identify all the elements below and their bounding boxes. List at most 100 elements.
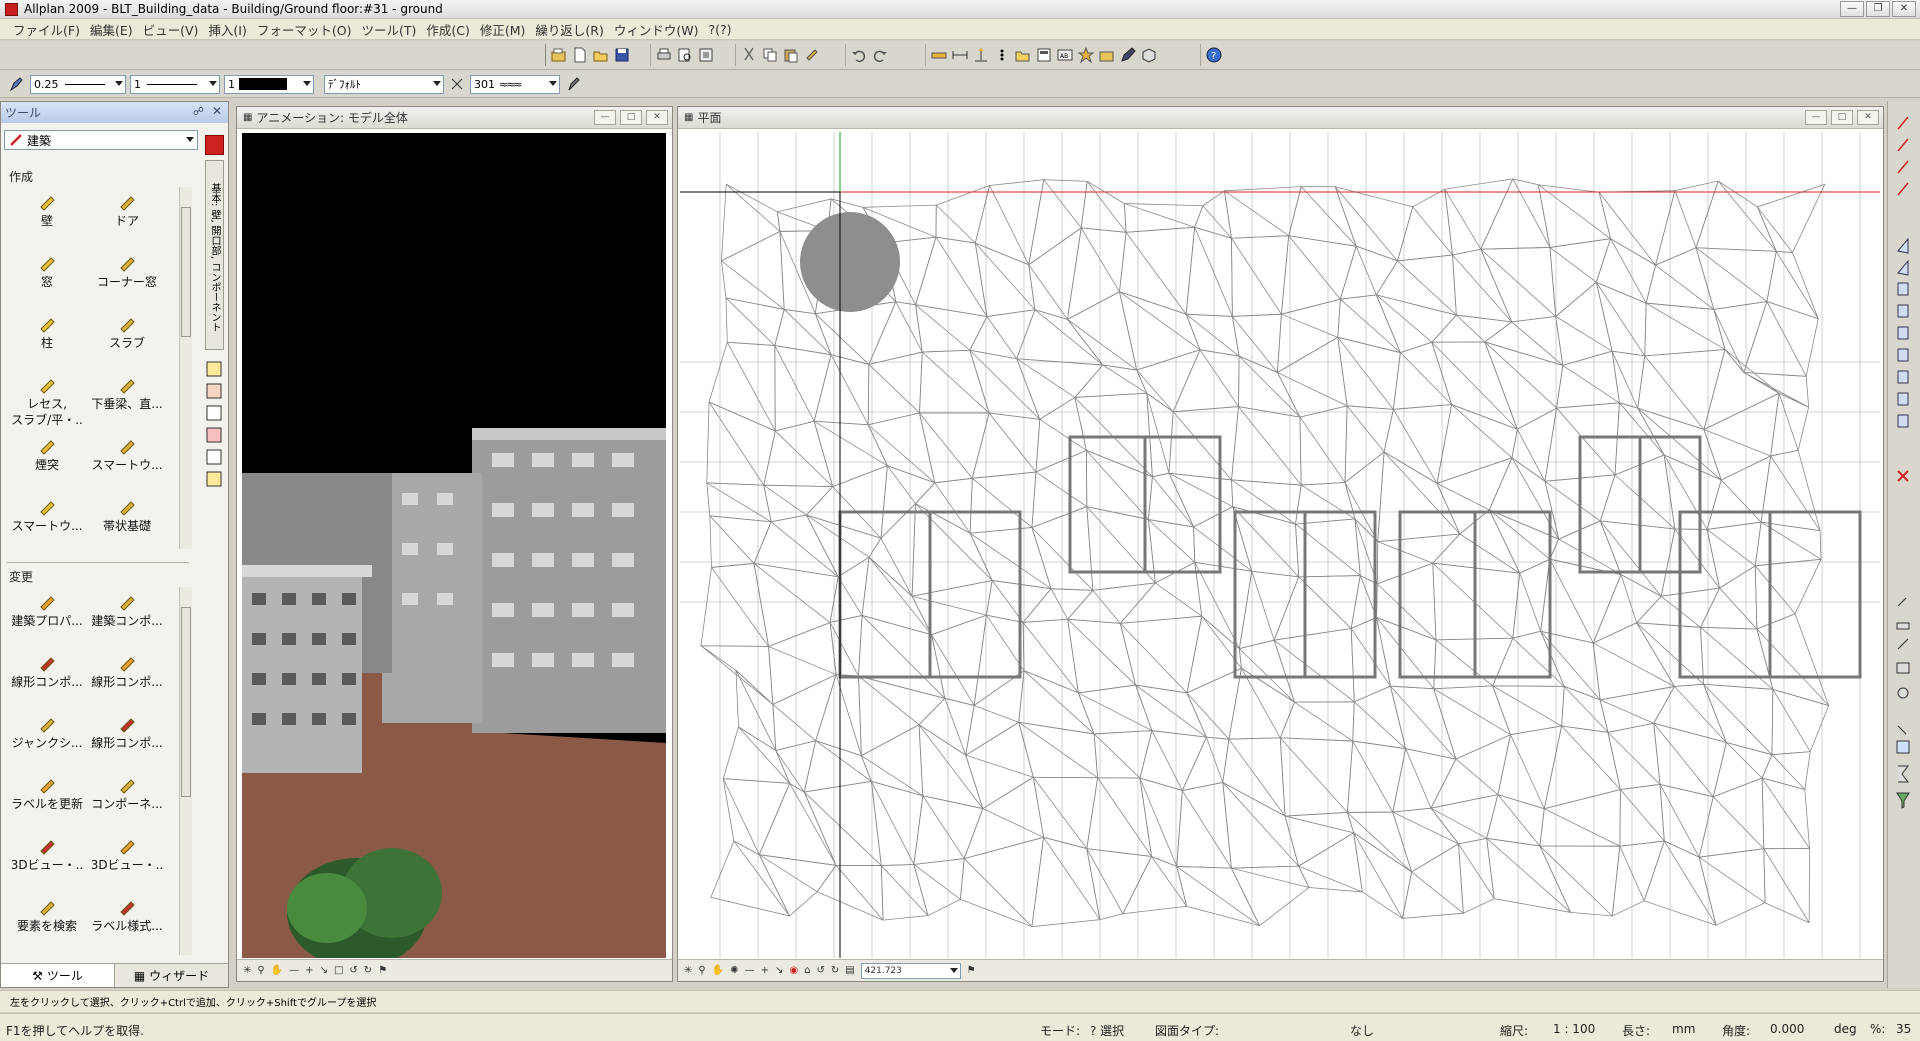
save-icon[interactable] <box>613 46 631 64</box>
open-project-icon[interactable] <box>550 46 568 64</box>
print-preview-icon[interactable] <box>676 46 694 64</box>
plan-minimize-button[interactable]: — <box>1805 110 1827 125</box>
new-file-icon[interactable] <box>571 46 589 64</box>
plan-viewport[interactable] <box>680 132 1880 958</box>
length-value[interactable]: mm <box>1672 1022 1695 1036</box>
tool-item[interactable]: 3Dビュー・.. <box>87 831 167 892</box>
anim-close-button[interactable]: ✕ <box>646 110 668 125</box>
anim-zoom-in-icon[interactable]: + <box>305 965 313 976</box>
elevation-icon[interactable] <box>972 46 990 64</box>
side-tab-red-icon[interactable] <box>205 135 224 155</box>
tab-wizard[interactable]: ▦ ウィザード <box>115 964 228 987</box>
menu-modify[interactable]: 修正(M) <box>475 20 531 39</box>
plan-zoom-out-icon[interactable]: — <box>745 965 755 976</box>
anim-rotate-left-icon[interactable]: ↺ <box>349 965 357 976</box>
tool-item[interactable]: コーナー窓 <box>87 248 167 309</box>
plan-zoom-in-icon[interactable]: + <box>761 965 769 976</box>
menu-create[interactable]: 作成(C) <box>421 20 474 39</box>
layer-icon[interactable] <box>1035 46 1053 64</box>
tool-item[interactable]: スラブ <box>87 309 167 370</box>
module-select[interactable]: 建築 <box>4 130 198 150</box>
plan-zoom-icon[interactable]: ⚲ <box>698 965 705 976</box>
tool-item[interactable]: 建築コンポ... <box>87 587 167 648</box>
tool-item[interactable]: レセス, スラブ/平・.. <box>7 370 87 431</box>
pen-icon[interactable] <box>1119 46 1137 64</box>
tool-item[interactable]: スマートウ... <box>7 492 87 553</box>
plan-scale-select[interactable]: 421.723 <box>860 962 961 979</box>
plan-rotate-left-icon[interactable]: ↺ <box>816 965 824 976</box>
plan-maximize-button[interactable]: □ <box>1831 110 1853 125</box>
menu-insert[interactable]: 挿入(I) <box>203 20 251 39</box>
cut-icon[interactable] <box>740 46 758 64</box>
color-select[interactable]: 1 <box>224 74 314 94</box>
anim-cube-icon[interactable]: □ <box>334 965 343 976</box>
drawing-type-value[interactable]: なし <box>1350 1022 1374 1039</box>
tool-item[interactable]: 帯状基礎 <box>87 492 167 553</box>
layout-icon[interactable] <box>697 46 715 64</box>
scale-value[interactable]: 1 : 100 <box>1553 1022 1595 1036</box>
open-file-icon[interactable] <box>592 46 610 64</box>
format-painter-icon[interactable] <box>564 75 582 93</box>
panel-close-icon[interactable]: ✕ <box>212 104 222 118</box>
plan-record-icon[interactable]: ◉ <box>789 965 798 976</box>
anim-pin-icon[interactable]: ⚑ <box>378 965 387 976</box>
image-icon[interactable]: AB <box>1056 46 1074 64</box>
menu-help[interactable]: ?(?) <box>703 22 736 37</box>
tool-item[interactable]: 建築プロパ... <box>7 587 87 648</box>
menu-edit[interactable]: 編集(E) <box>85 20 138 39</box>
anim-arrow-icon[interactable]: ↘ <box>320 965 328 976</box>
tool-item[interactable]: 柱 <box>7 309 87 370</box>
plan-home-icon[interactable]: ⌂ <box>804 965 810 976</box>
plan-arrow-icon[interactable]: ↘ <box>775 965 783 976</box>
open-fileset-icon[interactable] <box>1014 46 1032 64</box>
tool-item[interactable]: ドア <box>87 187 167 248</box>
anim-minimize-button[interactable]: — <box>594 110 616 125</box>
tool-item[interactable]: ジャンクシ... <box>7 709 87 770</box>
dots-icon[interactable] <box>993 46 1011 64</box>
format-painter-icon[interactable] <box>803 46 821 64</box>
angle-value[interactable]: 0.000 <box>1770 1022 1804 1036</box>
close-button[interactable]: ✕ <box>1892 1 1916 17</box>
undo-icon[interactable] <box>850 46 868 64</box>
measure-icon[interactable] <box>930 46 948 64</box>
tool-item[interactable]: 線形コンポ... <box>87 709 167 770</box>
paste-icon[interactable] <box>782 46 800 64</box>
tool-item[interactable]: 3Dビュー・.. <box>7 831 87 892</box>
create-scrollbar[interactable] <box>179 187 192 549</box>
plan-pan-icon[interactable]: ✋ <box>712 965 724 976</box>
tab-tools[interactable]: ⚒ ツール <box>1 964 115 987</box>
tool-item[interactable]: 下垂梁、直... <box>87 370 167 431</box>
tool-item[interactable]: コンポーネ... <box>87 770 167 831</box>
animation-window[interactable]: ▦ アニメーション: モデル全体 — □ ✕ ✳ ⚲ ✋ — + ↘ □ ↺ ↻… <box>236 106 673 982</box>
tool-item[interactable]: ラベル様式... <box>87 892 167 953</box>
line-type-select[interactable]: 1 <box>130 74 220 94</box>
pin-icon[interactable]: ☍ <box>193 105 204 118</box>
menu-view[interactable]: ビュー(V) <box>138 20 204 39</box>
tool-item[interactable]: 窓 <box>7 248 87 309</box>
menu-format[interactable]: フォーマット(O) <box>252 20 357 39</box>
tool-item[interactable]: 壁 <box>7 187 87 248</box>
folder-star-icon[interactable] <box>1098 46 1116 64</box>
right-toolbar-icons[interactable] <box>1888 101 1920 988</box>
modify-scrollbar[interactable] <box>179 587 192 955</box>
menu-repeat[interactable]: 繰り返し(R) <box>530 20 608 39</box>
print-icon[interactable] <box>655 46 673 64</box>
help-icon[interactable]: ? <box>1205 46 1223 64</box>
hatch-select[interactable]: 301 ≈≈≈ <box>470 74 560 94</box>
plan-refresh-icon[interactable]: ✺ <box>730 965 738 976</box>
tool-item[interactable]: 線形コンポ... <box>7 648 87 709</box>
tool-item[interactable]: スマートウ... <box>87 431 167 492</box>
plan-pin-icon[interactable]: ⚑ <box>967 965 976 976</box>
menu-window[interactable]: ウィンドウ(W) <box>609 20 704 39</box>
dimension-icon[interactable] <box>951 46 969 64</box>
anim-zoom-icon[interactable]: ⚲ <box>257 965 264 976</box>
tool-item[interactable]: 煙突 <box>7 431 87 492</box>
menu-file[interactable]: ファイル(F) <box>8 20 85 39</box>
animation-viewport[interactable] <box>242 133 666 958</box>
anim-rotate-right-icon[interactable]: ↻ <box>364 965 372 976</box>
anim-zoom-out-icon[interactable]: — <box>289 965 299 976</box>
tool-item[interactable]: ラベルを更新 <box>7 770 87 831</box>
plan-folder-icon[interactable]: ▤ <box>845 965 854 976</box>
minimize-button[interactable]: — <box>1840 1 1864 17</box>
anim-snap-icon[interactable]: ✳ <box>243 965 251 976</box>
